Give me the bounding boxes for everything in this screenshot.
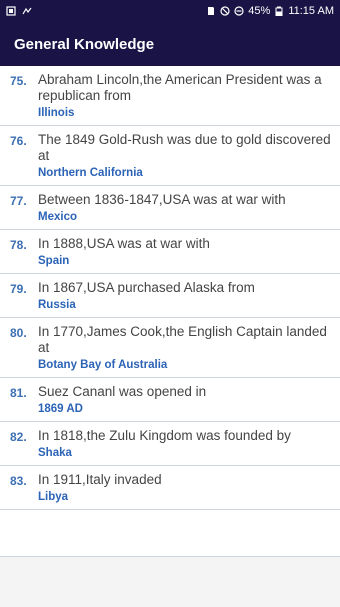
do-not-disturb-icon <box>234 6 244 16</box>
list-item[interactable]: 77. Between 1836-1847,USA was at war wit… <box>0 186 340 230</box>
question-number: 77. <box>10 194 27 208</box>
question-text: The 1849 Gold-Rush was due to gold disco… <box>38 132 331 163</box>
list-item[interactable]: 83. In 1911,Italy invaded Libya <box>0 466 340 510</box>
question-text: Between 1836-1847,USA was at war with <box>38 192 286 207</box>
question-number: 79. <box>10 282 27 296</box>
question-number: 75. <box>10 74 27 88</box>
page-title: General Knowledge <box>14 35 155 53</box>
question-number: 78. <box>10 238 27 252</box>
sd-card-icon <box>206 6 216 16</box>
list-item[interactable]: 78. In 1888,USA was at war with Spain <box>0 230 340 274</box>
status-bar: 45% 11:15 AM <box>0 0 340 22</box>
notification-icon <box>6 6 16 16</box>
question-number: 81. <box>10 386 27 400</box>
question-text: In 1818,the Zulu Kingdom was founded by <box>38 428 291 443</box>
answer-text: Mexico <box>38 211 77 223</box>
question-text: In 1770,James Cook,the English Captain l… <box>38 324 327 355</box>
question-number: 80. <box>10 326 27 340</box>
app-notification-icon <box>22 6 32 16</box>
answer-text: Spain <box>38 255 70 267</box>
answer-text: Russia <box>38 299 76 311</box>
question-text: In 1867,USA purchased Alaska from <box>38 280 255 295</box>
question-text: In 1911,Italy invaded <box>38 472 162 487</box>
battery-icon <box>274 6 284 17</box>
answer-text: Botany Bay of Australia <box>38 359 168 371</box>
battery-percentage: 45% <box>248 5 271 17</box>
answer-text: Northern California <box>38 167 143 179</box>
answer-text: Shaka <box>38 447 72 459</box>
question-number: 82. <box>10 430 27 444</box>
list-item[interactable]: 82. In 1818,the Zulu Kingdom was founded… <box>0 422 340 466</box>
answer-text: Illinois <box>38 107 75 119</box>
list-item[interactable]: 75. Abraham Lincoln,the American Preside… <box>0 66 340 126</box>
list-item[interactable]: 80. In 1770,James Cook,the English Capta… <box>0 318 340 378</box>
clock: 11:15 AM <box>288 5 334 17</box>
list-item[interactable]: 79. In 1867,USA purchased Alaska from Ru… <box>0 274 340 318</box>
question-text: In 1888,USA was at war with <box>38 236 210 251</box>
question-text: Abraham Lincoln,the American President w… <box>38 72 322 103</box>
answer-text: 1869 AD <box>38 403 83 415</box>
question-list[interactable]: 75. Abraham Lincoln,the American Preside… <box>0 66 340 510</box>
bottom-area <box>0 556 340 607</box>
question-text: Suez Cananl was opened in <box>38 384 207 399</box>
no-sim-icon <box>220 6 230 16</box>
answer-text: Libya <box>38 491 69 503</box>
question-number: 76. <box>10 134 27 148</box>
app-bar: General Knowledge <box>0 22 340 66</box>
list-item[interactable]: 81. Suez Cananl was opened in 1869 AD <box>0 378 340 422</box>
list-item[interactable]: 76. The 1849 Gold-Rush was due to gold d… <box>0 126 340 186</box>
question-number: 83. <box>10 474 27 488</box>
